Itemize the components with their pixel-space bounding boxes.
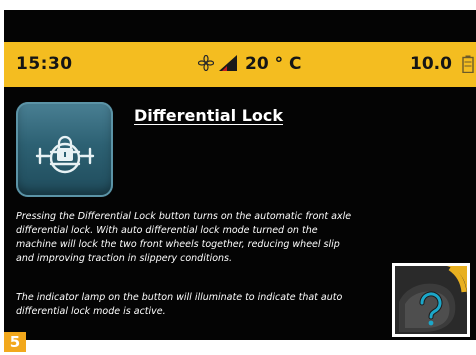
battery-icon (462, 55, 474, 73)
question-mark-icon (395, 266, 467, 334)
differential-lock-icon (35, 135, 95, 174)
step-number-badge: 5 (4, 332, 26, 352)
page-title: Differential Lock (134, 106, 284, 125)
differential-lock-button[interactable] (16, 102, 113, 197)
inset-photo (392, 263, 470, 337)
clock-time: 15:30 (16, 54, 73, 74)
indicator-note-text: The indicator lamp on the button will il… (16, 292, 343, 317)
description-text: Pressing the Differential Lock button tu… (16, 211, 352, 264)
speed-readout: 10.0 (410, 54, 452, 74)
temperature-readout: 20 ° C (245, 54, 302, 74)
signal-icon (219, 55, 237, 71)
display-screen: 15:30 20 ° C 10.0 Differential Lock Pres… (4, 10, 476, 340)
fan-icon (198, 55, 214, 71)
status-bar: 15:30 20 ° C 10.0 (4, 42, 476, 87)
